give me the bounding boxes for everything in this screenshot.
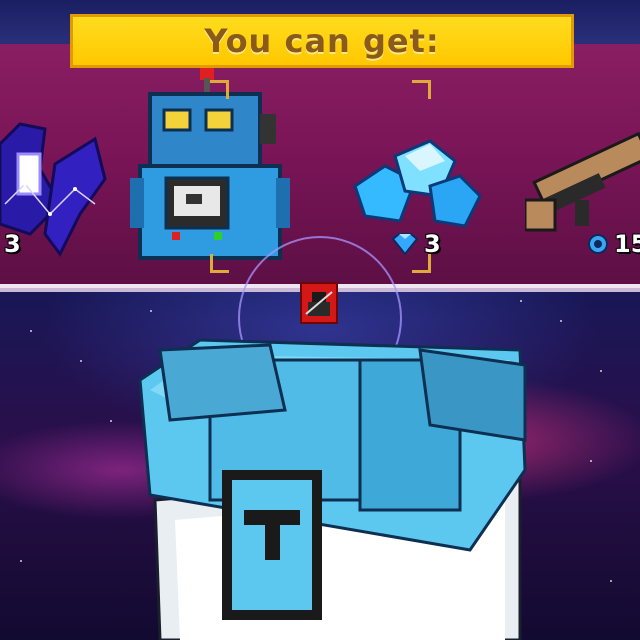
title-banner: You can get: — [70, 14, 574, 68]
gear-icon — [588, 234, 608, 254]
game-scene: 3 3 15 You can get: — [0, 0, 640, 640]
gem-icon — [391, 233, 419, 256]
rifle-icon — [523, 131, 640, 232]
title-text: You can get: — [204, 22, 440, 60]
reward-count-wings: 3 — [4, 230, 21, 258]
reward-count-gems: 3 — [390, 230, 441, 258]
corner-bracket — [412, 80, 431, 99]
reward-count-rifle: 15 — [586, 230, 640, 258]
corner-bracket — [210, 80, 229, 99]
gems-pile-icon — [353, 139, 482, 228]
loot-chest[interactable] — [0, 320, 640, 640]
chest-icon — [138, 338, 527, 640]
reward-rifle[interactable] — [523, 130, 640, 240]
reward-gems[interactable] — [345, 126, 485, 236]
corner-bracket — [210, 254, 229, 273]
